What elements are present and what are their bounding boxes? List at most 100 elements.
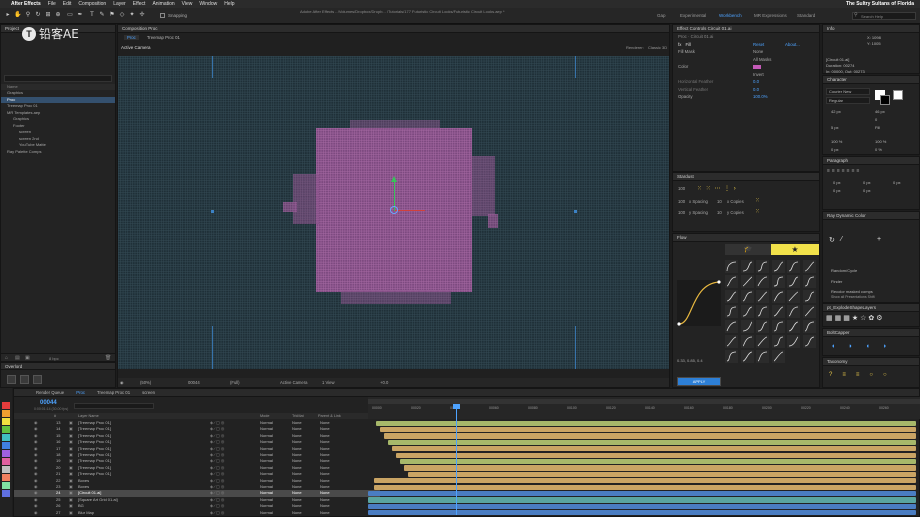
flow-preset-thumbnail[interactable] bbox=[771, 335, 785, 348]
flow-preset-thumbnail[interactable] bbox=[725, 305, 738, 318]
tracking-value[interactable]: 0 bbox=[875, 117, 877, 122]
flow-preset-thumbnail[interactable] bbox=[756, 320, 769, 333]
new-comp-icon[interactable]: ▣ bbox=[25, 355, 30, 361]
snapping-checkbox[interactable] bbox=[160, 13, 165, 18]
camera-tool-icon[interactable]: ⊞ bbox=[44, 11, 52, 19]
font-style-dropdown[interactable]: Regular bbox=[826, 97, 870, 104]
camera-dropdown[interactable]: Active Camera bbox=[280, 380, 307, 385]
workspace-tab-standard[interactable]: Standard bbox=[797, 13, 815, 18]
stardust-value[interactable]: 100 bbox=[678, 199, 685, 204]
menu-effect[interactable]: Effect bbox=[133, 1, 146, 7]
layer-parent-dropdown[interactable]: None bbox=[320, 510, 330, 517]
taxonomy-icons[interactable]: ?≡≡○○ bbox=[829, 372, 897, 378]
y-copies-value[interactable]: 10 bbox=[717, 209, 722, 217]
indent-first-value[interactable]: 0 px bbox=[863, 180, 871, 185]
flow-preset-thumbnail[interactable] bbox=[787, 305, 800, 318]
flow-curve-editor[interactable] bbox=[677, 280, 721, 326]
timeline-search-field[interactable] bbox=[74, 403, 154, 409]
flow-preset-thumbnail[interactable] bbox=[740, 350, 754, 363]
rotate-tool-icon[interactable]: ↻ bbox=[34, 11, 42, 19]
rectangle-tool-icon[interactable]: ▭ bbox=[66, 11, 74, 19]
flow-preset-thumbnail[interactable] bbox=[756, 350, 769, 363]
flow-preset-thumbnail[interactable] bbox=[756, 305, 769, 318]
alignment-icons[interactable]: ≡≡≡≡≡≡≡ bbox=[827, 168, 861, 174]
roto-brush-tool-icon[interactable]: ✦ bbox=[128, 11, 136, 19]
flow-preset-thumbnail[interactable] bbox=[802, 290, 816, 303]
label-color-swatch[interactable] bbox=[2, 442, 10, 449]
menu-view[interactable]: View bbox=[182, 1, 193, 7]
menu-composition[interactable]: Composition bbox=[78, 1, 106, 7]
flow-preset-thumbnail[interactable] bbox=[725, 275, 738, 288]
stroke-width-value[interactable]: 5 px bbox=[831, 125, 839, 130]
magnification-dropdown[interactable]: (50%) bbox=[140, 380, 151, 385]
layer-duration-bar[interactable] bbox=[404, 465, 916, 471]
flow-preset-thumbnail[interactable] bbox=[802, 260, 816, 273]
label-color-swatch[interactable] bbox=[2, 418, 10, 425]
anchor-point-icon[interactable] bbox=[390, 206, 398, 214]
flow-preset-thumbnail[interactable] bbox=[740, 320, 754, 333]
layer-duration-bar[interactable] bbox=[396, 452, 916, 458]
flow-favorites-tab[interactable]: ★ bbox=[771, 244, 819, 255]
layer-duration-bar[interactable] bbox=[388, 439, 916, 446]
label-color-swatch[interactable] bbox=[2, 402, 10, 409]
flow-preset-thumbnail[interactable] bbox=[725, 335, 738, 348]
timeline-timecode[interactable]: 00044 bbox=[40, 400, 57, 406]
horizontal-feather-value[interactable]: 0.0 bbox=[753, 78, 759, 86]
new-folder-icon[interactable]: ▤ bbox=[15, 355, 20, 361]
label-color-swatch[interactable] bbox=[2, 466, 10, 473]
layer-duration-bar[interactable] bbox=[408, 471, 916, 478]
reset-link[interactable]: Reset bbox=[753, 41, 764, 49]
type-tool-icon[interactable]: T bbox=[88, 11, 96, 19]
current-time-display[interactable]: 00044 bbox=[188, 380, 200, 385]
label-color-swatch[interactable] bbox=[2, 426, 10, 433]
layer-duration-bar[interactable] bbox=[368, 503, 916, 510]
search-help-field[interactable]: Search Help bbox=[852, 12, 916, 20]
fill-over-stroke-dropdown[interactable]: Fill bbox=[875, 125, 880, 130]
eyedropper-icon[interactable]: ⁄ bbox=[841, 236, 842, 243]
layer-duration-bar[interactable] bbox=[400, 458, 916, 465]
layer-duration-bar[interactable] bbox=[368, 497, 916, 503]
layer-name[interactable]: Blur Map bbox=[78, 510, 94, 517]
flow-preset-thumbnail[interactable] bbox=[802, 305, 816, 318]
project-item[interactable]: Ray Palette Comps bbox=[1, 149, 115, 156]
flow-preset-thumbnail[interactable] bbox=[756, 290, 769, 303]
flow-preset-thumbnail[interactable] bbox=[787, 260, 800, 273]
playhead-handle-icon[interactable] bbox=[453, 404, 460, 409]
flow-preset-thumbnail[interactable] bbox=[725, 350, 738, 363]
flow-preset-thumbnail[interactable] bbox=[740, 305, 754, 318]
finder-label[interactable]: Finder bbox=[831, 279, 842, 284]
y-axis-arrow-icon[interactable] bbox=[391, 176, 397, 182]
flow-preset-thumbnail[interactable] bbox=[756, 260, 769, 273]
workspace-tab-workbench[interactable]: Workbench bbox=[719, 13, 742, 18]
layer-duration-bar[interactable] bbox=[380, 426, 916, 433]
vertical-scale-value[interactable]: 100 % bbox=[831, 139, 842, 144]
label-color-swatch[interactable] bbox=[2, 434, 10, 441]
flow-preset-thumbnail[interactable] bbox=[725, 260, 738, 273]
preview-toggle-icon[interactable]: ◉ bbox=[120, 380, 124, 385]
menu-help[interactable]: Help bbox=[224, 1, 234, 7]
comp-tab-treemap[interactable]: Treemap Proc 01 bbox=[147, 35, 180, 40]
label-color-swatch[interactable] bbox=[2, 410, 10, 417]
indent-left-value[interactable]: 0 px bbox=[833, 180, 841, 185]
layer-duration-bar[interactable] bbox=[376, 420, 916, 426]
clone-stamp-tool-icon[interactable]: ⚑ bbox=[108, 11, 116, 19]
layer-handle[interactable] bbox=[574, 210, 577, 213]
boltcapper-cap-icons[interactable]: ◖◗◖◗ bbox=[831, 343, 900, 350]
label-color-swatch[interactable] bbox=[2, 458, 10, 465]
layer-duration-bar[interactable] bbox=[368, 510, 916, 516]
menu-window[interactable]: Window bbox=[199, 1, 217, 7]
flow-apply-button[interactable]: APPLY bbox=[677, 377, 721, 386]
layer-visibility-icon[interactable]: ◉ bbox=[34, 510, 38, 517]
menu-layer[interactable]: Layer bbox=[113, 1, 126, 7]
flow-preset-thumbnail[interactable] bbox=[802, 320, 816, 333]
work-area-bar[interactable] bbox=[368, 399, 920, 404]
workspace-tab-mr-expressions[interactable]: MR Expressions bbox=[754, 13, 787, 18]
flow-preset-thumbnail[interactable] bbox=[787, 335, 800, 348]
flow-preset-thumbnail[interactable] bbox=[756, 275, 769, 288]
flow-preset-thumbnail[interactable] bbox=[725, 290, 738, 303]
leading-value[interactable]: 46 px bbox=[875, 109, 885, 114]
label-color-swatch[interactable] bbox=[2, 474, 10, 481]
random-cycle-dropdown[interactable]: Random/Cycle bbox=[831, 268, 857, 273]
project-search-field[interactable] bbox=[4, 75, 112, 82]
brush-tool-icon[interactable]: ✎ bbox=[98, 11, 106, 19]
